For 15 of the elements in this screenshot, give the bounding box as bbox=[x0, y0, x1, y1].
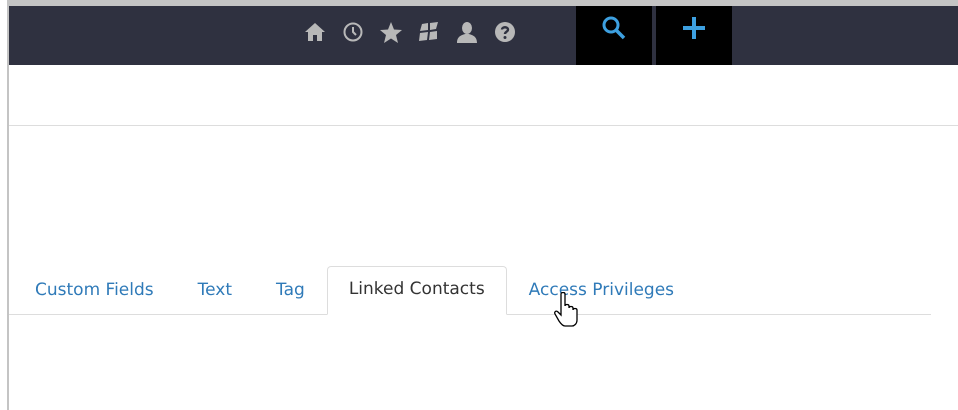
add-button[interactable] bbox=[656, 6, 732, 65]
clock-icon[interactable] bbox=[341, 20, 365, 44]
home-icon[interactable] bbox=[303, 20, 327, 44]
tab[interactable]: Access Privileges bbox=[506, 266, 696, 315]
tab[interactable]: Tag bbox=[254, 266, 327, 315]
plus-icon bbox=[682, 16, 706, 40]
star-icon[interactable] bbox=[379, 20, 403, 44]
person-icon[interactable] bbox=[455, 20, 479, 44]
tab[interactable]: Custom Fields bbox=[13, 266, 176, 315]
search-button[interactable] bbox=[576, 6, 652, 65]
tab[interactable]: Text bbox=[176, 266, 254, 315]
dashboard-icon[interactable] bbox=[417, 20, 441, 44]
help-icon[interactable] bbox=[493, 20, 517, 44]
search-icon bbox=[602, 16, 626, 40]
tab[interactable]: Linked Contacts bbox=[326, 266, 507, 315]
